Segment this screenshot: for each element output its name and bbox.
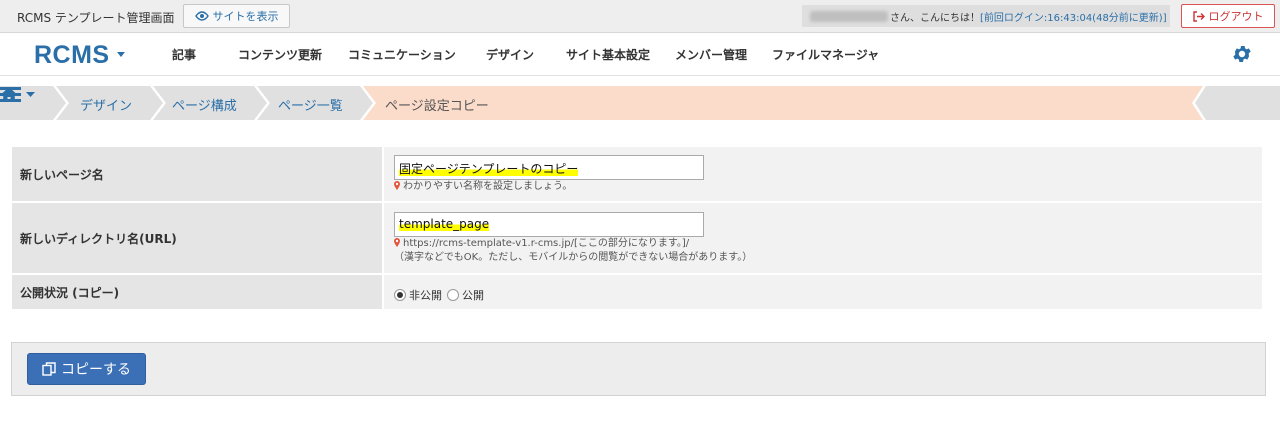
view-site-button[interactable]: サイトを表示 (183, 4, 290, 28)
radio-private-label[interactable]: 非公開 (409, 287, 442, 303)
chevron-down-icon[interactable] (117, 52, 125, 57)
nav-item-file-manager[interactable]: ファイルマネージャ (772, 46, 879, 63)
radio-private[interactable] (394, 289, 406, 301)
nav-item-content-update[interactable]: コンテンツ更新 (238, 46, 322, 63)
rcms-logo[interactable]: RCMS (34, 41, 110, 70)
page-name-input[interactable]: 固定ページテンプレートのコピー (394, 155, 704, 180)
breadcrumb-item-design[interactable]: デザイン (80, 95, 132, 114)
top-bar: RCMS テンプレート管理画面 サイトを表示 さん、こんにちは！ [前回ログイン… (0, 0, 1280, 33)
app-title: RCMS テンプレート管理画面 (17, 11, 175, 25)
nav-item-design[interactable]: デザイン (486, 46, 534, 63)
view-site-label: サイトを表示 (212, 10, 279, 23)
hamburger-menu-icon[interactable] (0, 86, 36, 102)
page-name-cell: 固定ページテンプレートのコピー わかりやすい名称を設定しましょう。 (384, 147, 1262, 201)
directory-input[interactable]: template_page (394, 212, 704, 237)
directory-hint-note: （漢字などでもOK。ただし、モバイルからの閲覧ができない場合があります。） (394, 252, 753, 263)
gear-icon[interactable] (1231, 43, 1253, 65)
status-label: 公開状況 (コピー) (12, 275, 382, 309)
directory-cell: template_page https://rcms-template-v1.r… (384, 203, 1262, 273)
last-login[interactable]: [前回ログイン:16:43:04(48分前に更新)] (980, 9, 1167, 24)
radio-public[interactable] (447, 289, 459, 301)
greeting: さん、こんにちは！ [前回ログイン:16:43:04(48分前に更新)] (802, 5, 1170, 27)
status-cell: 非公開 公開 (384, 275, 1262, 309)
status-radio-group: 非公開 公開 (394, 287, 489, 303)
logout-button[interactable]: ログアウト (1181, 4, 1275, 28)
copy-button-label: コピーする (61, 362, 131, 378)
page-name-hint: わかりやすい名称を設定しましょう。 (394, 180, 572, 193)
greeting-text: さん、こんにちは！ (890, 12, 980, 24)
main-nav: RCMS 記事 コンテンツ更新 コミュニケーション デザイン サイト基本設定 メ… (0, 34, 1280, 76)
action-panel: コピーする (11, 342, 1266, 396)
page-name-label: 新しいページ名 (12, 147, 382, 201)
directory-hint-url: https://rcms-template-v1.r-cms.jp/[ここの部分… (394, 237, 689, 250)
page-name-value: 固定ページテンプレートのコピー (399, 162, 579, 176)
breadcrumb: デザイン ページ構成 ページ一覧 ページ設定コピー (0, 86, 1280, 120)
form-row-directory: 新しいディレクトリ名(URL) template_page https://rc… (12, 203, 1262, 273)
breadcrumb-item-page-structure[interactable]: ページ構成 (172, 95, 237, 114)
nav-item-site-settings[interactable]: サイト基本設定 (566, 46, 650, 63)
nav-item-member-management[interactable]: メンバー管理 (675, 46, 747, 63)
breadcrumb-current: ページ設定コピー (385, 99, 489, 114)
copy-button[interactable]: コピーする (27, 353, 146, 385)
nav-item-articles[interactable]: 記事 (172, 46, 196, 63)
page-name-hint-text: わかりやすい名称を設定しましょう。 (403, 181, 573, 192)
logout-icon (1192, 10, 1205, 22)
pin-icon (394, 238, 400, 247)
user-name-blurred (810, 10, 888, 22)
logout-label: ログアウト (1208, 10, 1264, 23)
breadcrumb-item-page-list[interactable]: ページ一覧 (278, 95, 343, 114)
eye-icon (194, 11, 209, 21)
form-row-page-name: 新しいページ名 固定ページテンプレートのコピー わかりやすい名称を設定しましょう… (12, 147, 1262, 201)
nav-item-communication[interactable]: コミュニケーション (348, 46, 456, 63)
copy-icon (42, 362, 56, 376)
pin-icon (394, 181, 400, 190)
radio-public-label[interactable]: 公開 (462, 287, 484, 303)
directory-value: template_page (399, 217, 490, 231)
directory-hint-url-text: https://rcms-template-v1.r-cms.jp/[ここの部分… (403, 238, 690, 249)
directory-label: 新しいディレクトリ名(URL) (12, 203, 382, 273)
form-row-status: 公開状況 (コピー) 非公開 公開 (12, 275, 1262, 309)
